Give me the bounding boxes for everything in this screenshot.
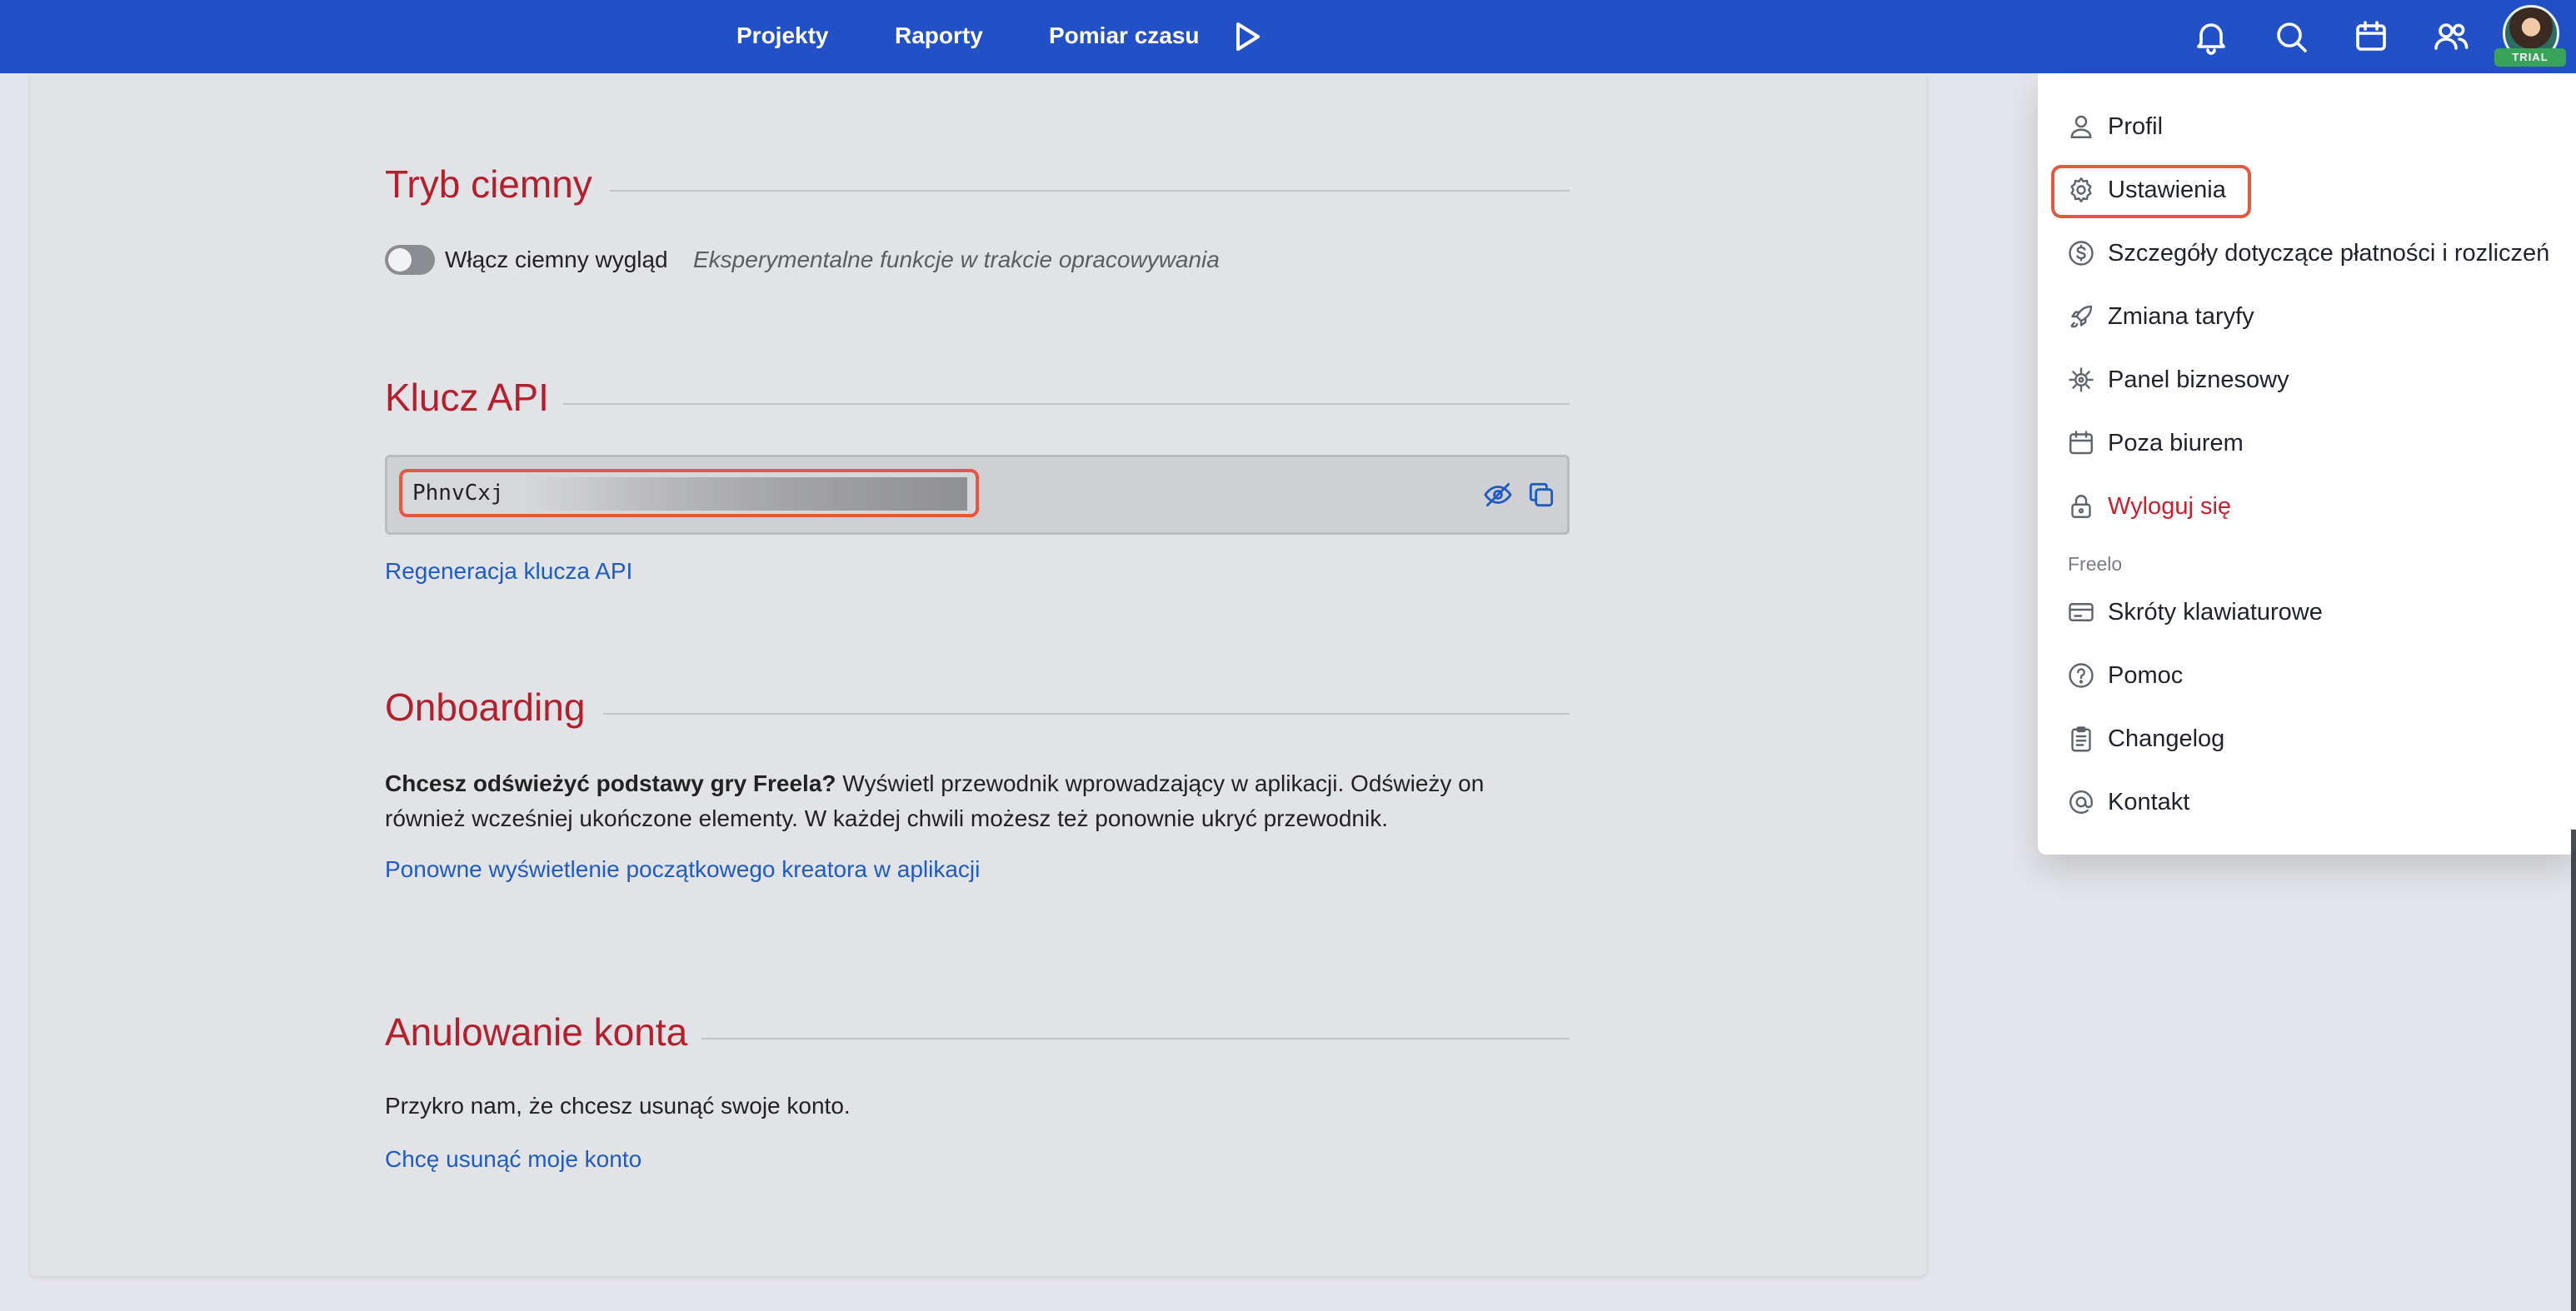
restart-onboarding-link[interactable]: Ponowne wyświetlenie początkowego kreato… bbox=[385, 856, 980, 883]
dark-mode-note: Eksperymentalne funkcje w trakcie opraco… bbox=[693, 247, 1220, 272]
regenerate-api-key-link[interactable]: Regeneracja klucza API bbox=[385, 558, 632, 585]
menu-label: Panel biznesowy bbox=[2108, 366, 2289, 393]
menu-label: Ustawienia bbox=[2108, 177, 2226, 203]
menu-label: Kontakt bbox=[2108, 789, 2190, 815]
api-key-field[interactable]: PhnvCxj bbox=[399, 469, 979, 517]
onboarding-description: Chcesz odświeżyć podstawy gry Freela? Wy… bbox=[385, 766, 1571, 836]
top-navigation-bar: Projekty Raporty Pomiar czasu TRIAL bbox=[0, 0, 2576, 73]
menu-item-settings[interactable]: Ustawienia bbox=[2038, 161, 2576, 219]
trial-badge: TRIAL bbox=[2494, 48, 2566, 67]
menu-item-change-plan[interactable]: Zmiana taryfy bbox=[2038, 287, 2576, 346]
gear-icon bbox=[2066, 175, 2096, 205]
api-key-value: PhnvCxj bbox=[412, 481, 504, 506]
rocket-icon bbox=[2066, 302, 2096, 331]
section-divider bbox=[563, 403, 1570, 405]
menu-item-out-of-office[interactable]: Poza biurem bbox=[2038, 414, 2576, 472]
play-icon[interactable] bbox=[1226, 17, 1266, 57]
lock-icon bbox=[2066, 491, 2096, 521]
menu-label: Poza biurem bbox=[2108, 430, 2244, 456]
menu-item-help[interactable]: Pomoc bbox=[2038, 646, 2576, 705]
keyboard-icon bbox=[2066, 597, 2096, 627]
user-icon bbox=[2066, 112, 2096, 142]
menu-label: Profil bbox=[2108, 113, 2164, 140]
menu-item-contact[interactable]: Kontakt bbox=[2038, 773, 2576, 831]
dark-mode-toggle-label: Włącz ciemny wygląd bbox=[445, 247, 668, 272]
users-icon[interactable] bbox=[2431, 17, 2471, 57]
calendar-icon[interactable] bbox=[2351, 17, 2391, 57]
menu-label: Changelog bbox=[2108, 725, 2225, 752]
section-title-api-key: Klucz API bbox=[385, 376, 549, 419]
nav-link-reports[interactable]: Raporty bbox=[895, 0, 983, 73]
copy-icon[interactable] bbox=[1525, 479, 1557, 511]
user-avatar-button[interactable]: TRIAL bbox=[2494, 5, 2566, 67]
onboarding-line2: również wcześniej ukończone elementy. W … bbox=[385, 805, 1388, 831]
toggle-knob bbox=[388, 248, 412, 272]
section-title-onboarding: Onboarding bbox=[385, 685, 586, 729]
menu-label: Pomoc bbox=[2108, 662, 2184, 689]
menu-item-business-panel[interactable]: Panel biznesowy bbox=[2038, 351, 2576, 409]
section-divider bbox=[701, 1038, 1570, 1039]
dark-mode-toggle[interactable] bbox=[385, 245, 435, 275]
eye-off-icon[interactable] bbox=[1482, 479, 1514, 511]
clipboard-icon bbox=[2066, 724, 2096, 754]
onboarding-lead: Chcesz odświeżyć podstawy gry Freela? bbox=[385, 770, 836, 796]
section-divider bbox=[610, 190, 1570, 192]
help-icon bbox=[2066, 660, 2096, 690]
calendar-icon bbox=[2066, 428, 2096, 458]
api-key-box: PhnvCxj bbox=[385, 455, 1570, 535]
nav-link-time-tracking[interactable]: Pomiar czasu bbox=[1049, 0, 1200, 73]
menu-item-profile[interactable]: Profil bbox=[2038, 97, 2576, 156]
at-icon bbox=[2066, 787, 2096, 817]
menu-label: Wyloguj się bbox=[2108, 493, 2232, 520]
menu-section-label: Freelo bbox=[2068, 553, 2123, 575]
cog-icon bbox=[2066, 365, 2096, 395]
section-divider bbox=[603, 713, 1570, 715]
settings-card: Tryb ciemny Włącz ciemny wygląd Eksperym… bbox=[30, 73, 1926, 1276]
user-dropdown-menu: Profil Ustawienia Szczegóły dotyczące pł… bbox=[2038, 73, 2576, 855]
onboarding-line1: Wyświetl przewodnik wprowadzający w apli… bbox=[836, 770, 1485, 796]
section-title-dark-mode: Tryb ciemny bbox=[385, 162, 592, 206]
menu-label: Skróty klawiaturowe bbox=[2108, 599, 2323, 626]
api-key-masked bbox=[527, 477, 967, 511]
scrollbar[interactable] bbox=[2571, 830, 2576, 1311]
bell-icon[interactable] bbox=[2191, 17, 2231, 57]
section-title-cancel-account: Anulowanie konta bbox=[385, 1010, 688, 1054]
menu-item-keyboard-shortcuts[interactable]: Skróty klawiaturowe bbox=[2038, 583, 2576, 641]
search-icon[interactable] bbox=[2271, 17, 2311, 57]
delete-account-link[interactable]: Chcę usunąć moje konto bbox=[385, 1146, 642, 1173]
menu-item-logout[interactable]: Wyloguj się bbox=[2038, 477, 2576, 536]
dollar-icon bbox=[2066, 238, 2096, 268]
menu-item-changelog[interactable]: Changelog bbox=[2038, 710, 2576, 768]
menu-label: Szczegóły dotyczące płatności i rozlicze… bbox=[2108, 240, 2550, 267]
cancel-account-text: Przykro nam, że chcesz usunąć swoje kont… bbox=[385, 1093, 851, 1119]
menu-label: Zmiana taryfy bbox=[2108, 303, 2254, 330]
menu-item-billing[interactable]: Szczegóły dotyczące płatności i rozlicze… bbox=[2038, 224, 2576, 282]
nav-link-projects[interactable]: Projekty bbox=[736, 0, 829, 73]
